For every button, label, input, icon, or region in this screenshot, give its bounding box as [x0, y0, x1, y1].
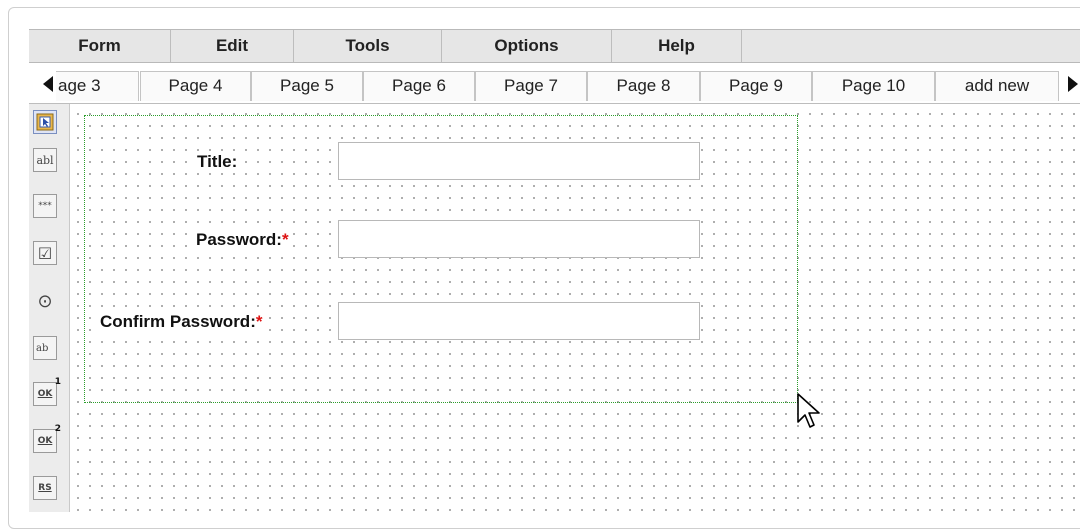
button-1-number: 1	[54, 377, 61, 387]
tabs-scroll-right-icon[interactable]	[1068, 76, 1078, 92]
page-tab-strip: age 3 Page 4 Page 5 Page 6 Page 7 Page 8…	[29, 69, 1080, 104]
confirm-password-field[interactable]	[338, 302, 700, 340]
menu-help[interactable]: Help	[612, 30, 742, 62]
password-label-text: Password:	[196, 230, 282, 249]
button-2-label: OK	[37, 436, 53, 446]
radio-icon[interactable]: ⊙	[33, 289, 57, 313]
select-pointer-icon[interactable]	[33, 110, 57, 134]
text-field-icon[interactable]: abl	[33, 148, 57, 172]
required-marker: *	[255, 312, 263, 331]
tab-page-4[interactable]: Page 4	[140, 71, 251, 101]
password-field-icon[interactable]: ***	[33, 194, 57, 218]
tabs-scroll-left-icon[interactable]	[43, 76, 53, 92]
password-field[interactable]	[338, 220, 700, 258]
tab-page-10[interactable]: Page 10	[812, 71, 935, 101]
title-label-text: Title:	[197, 152, 238, 171]
button-2-icon[interactable]: OK 2	[33, 424, 61, 453]
tab-page-3[interactable]: age 3	[56, 71, 139, 101]
button-2-number: 2	[54, 424, 61, 434]
tab-page-8[interactable]: Page 8	[587, 71, 700, 101]
reset-button-icon[interactable]: RS	[33, 476, 57, 500]
control-toolbox: abl *** ☑ ⊙ ab OK 1 OK 2 RS	[29, 104, 70, 512]
required-marker: *	[281, 230, 289, 249]
select-pointer-glyph	[36, 113, 54, 131]
tab-page-5[interactable]: Page 5	[251, 71, 363, 101]
password-label: Password:*	[196, 230, 289, 250]
mouse-cursor-icon	[797, 393, 820, 428]
menu-form[interactable]: Form	[29, 30, 171, 62]
menu-options[interactable]: Options	[442, 30, 612, 62]
tab-page-7[interactable]: Page 7	[475, 71, 587, 101]
menu-bar: Form Edit Tools Options Help	[29, 29, 1080, 63]
checkbox-icon[interactable]: ☑	[33, 241, 57, 265]
confirm-password-label: Confirm Password:*	[100, 312, 263, 332]
tab-page-6[interactable]: Page 6	[363, 71, 475, 101]
title-field[interactable]	[338, 142, 700, 180]
tab-page-9[interactable]: Page 9	[700, 71, 812, 101]
button-1-label: OK	[37, 389, 53, 399]
menu-tools[interactable]: Tools	[294, 30, 442, 62]
textarea-icon[interactable]: ab	[33, 336, 57, 360]
button-1-icon[interactable]: OK 1	[33, 377, 61, 406]
confirm-password-label-text: Confirm Password:	[100, 312, 256, 331]
menu-edit[interactable]: Edit	[171, 30, 294, 62]
tab-add-new[interactable]: add new	[935, 71, 1059, 101]
design-canvas[interactable]: Title: Password:* Confirm Password:*	[70, 104, 1080, 512]
title-label: Title:	[197, 152, 238, 172]
